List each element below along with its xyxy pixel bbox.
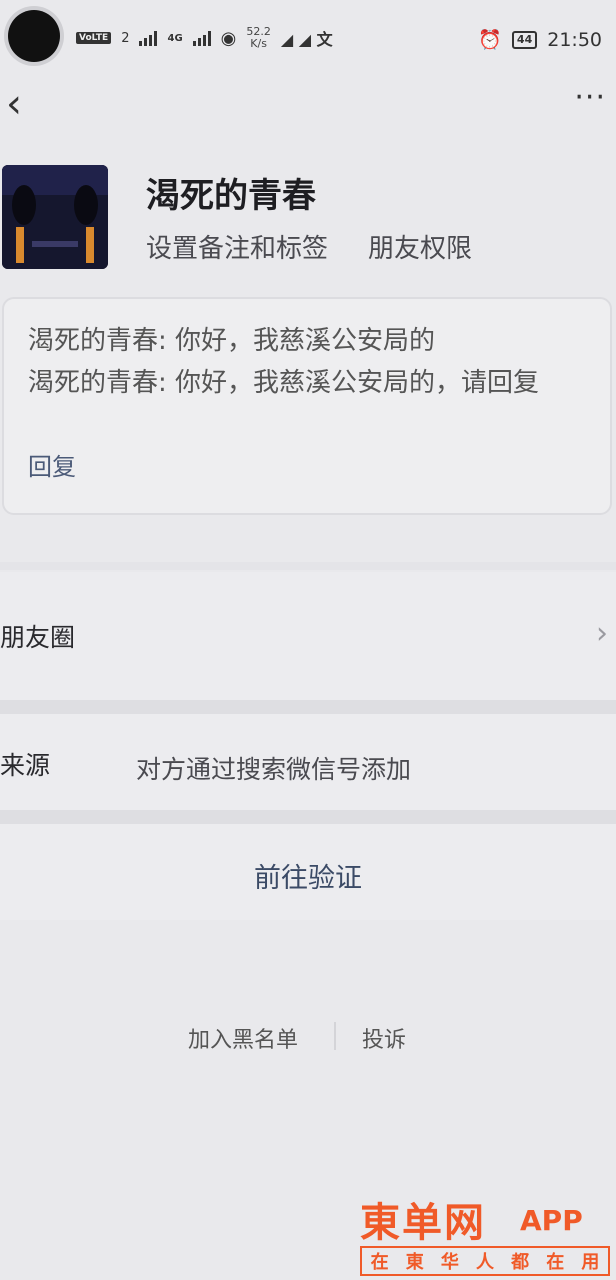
volte-badge: VoLTE	[76, 32, 112, 44]
verify-row[interactable]: 前往验证	[0, 824, 616, 920]
back-icon[interactable]: ‹	[6, 84, 22, 124]
sim-number: 2	[121, 30, 130, 46]
watermark-slogan: 在 東 华 人 都 在 用	[360, 1246, 610, 1276]
more-icon[interactable]: ···	[574, 80, 606, 115]
divider	[0, 562, 616, 570]
set-remark-link[interactable]: 设置备注和标签	[146, 228, 328, 265]
wifi-icon: ◉	[220, 27, 237, 49]
go-verify-button[interactable]: 前往验证	[0, 856, 616, 895]
moments-row[interactable]: 朋友圈 ›	[0, 572, 616, 700]
avatar-image	[2, 165, 108, 269]
contact-name: 渴死的青春	[146, 176, 316, 216]
slogan-char: 都	[511, 1252, 530, 1273]
watermark-app: APP	[520, 1204, 583, 1237]
reply-link[interactable]: 回复	[28, 447, 76, 482]
greeting-messages-card: 渴死的青春: 你好，我慈溪公安局的 渴死的青春: 你好，我慈溪公安局的，请回复 …	[2, 297, 612, 515]
front-camera	[8, 10, 60, 62]
source-label: 来源	[0, 751, 51, 780]
avatar[interactable]	[2, 165, 108, 269]
report-link[interactable]: 投诉	[362, 1022, 406, 1054]
clock: 21:50	[547, 28, 602, 51]
watermark-logo: 東单网	[360, 1200, 486, 1246]
slogan-char: 华	[440, 1252, 459, 1273]
slogan-char: 用	[581, 1252, 600, 1273]
notification-icons: ◢ ◢ 文	[280, 30, 333, 49]
network-speed: 52.2 K/s	[246, 26, 271, 50]
source-value: 对方通过搜索微信号添加	[136, 755, 412, 784]
greeting-message: 渴死的青春: 你好，我慈溪公安局的，请回复	[28, 368, 540, 398]
friend-permission-link[interactable]: 朋友权限	[368, 228, 472, 265]
divider	[0, 810, 616, 824]
battery-icon: 44	[511, 30, 538, 49]
link-separator	[334, 1022, 336, 1050]
slogan-char: 人	[475, 1252, 494, 1273]
speed-unit: K/s	[250, 37, 267, 50]
signal-icon-2	[192, 30, 211, 46]
signal-icon	[139, 30, 158, 46]
moments-label: 朋友圈	[0, 623, 76, 652]
source-row: 来源 对方通过搜索微信号添加	[0, 714, 616, 810]
slogan-char: 在	[370, 1252, 389, 1273]
status-left: VoLTE 2 4G ◉ 52.2 K/s ◢ ◢ 文	[76, 26, 333, 50]
alarm-icon: ⏰	[478, 29, 502, 51]
chevron-right-icon: ›	[596, 616, 608, 651]
slogan-char: 在	[546, 1252, 565, 1273]
network-type: 4G	[167, 32, 183, 44]
greeting-message: 渴死的青春: 你好，我慈溪公安局的	[28, 326, 436, 356]
slogan-char: 東	[405, 1252, 424, 1273]
status-right: ⏰ 44 21:50	[478, 28, 602, 52]
add-to-blacklist-link[interactable]: 加入黑名单	[188, 1022, 298, 1054]
divider	[0, 700, 616, 714]
status-bar: VoLTE 2 4G ◉ 52.2 K/s ◢ ◢ 文 ⏰ 44 21:50	[0, 0, 616, 80]
